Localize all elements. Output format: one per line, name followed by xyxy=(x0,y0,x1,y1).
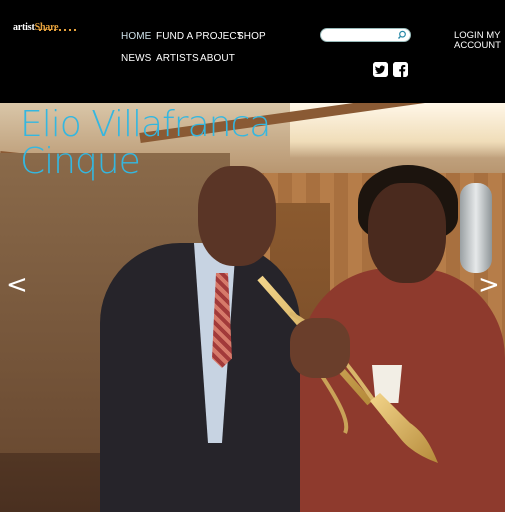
microphone xyxy=(460,183,492,273)
hero-title[interactable]: Elio Villafranca Cinque xyxy=(20,104,271,182)
facebook-link[interactable] xyxy=(393,62,408,77)
logo-dots xyxy=(39,29,79,31)
twitter-icon xyxy=(373,62,388,77)
artistshare-logo[interactable]: artistShare xyxy=(13,17,79,35)
site-header: artistShare HOME FUND A PROJECT SHOP NEW… xyxy=(0,0,505,103)
nav-about[interactable]: ABOUT xyxy=(200,53,235,64)
next-slide-arrow[interactable]: > xyxy=(478,272,500,298)
search-icon[interactable] xyxy=(397,30,407,40)
nav-news[interactable]: NEWS xyxy=(121,53,151,64)
hero-slideshow: Elio Villafranca Cinque < > xyxy=(0,103,505,512)
hero-title-line2: Cinque xyxy=(20,141,141,182)
login-link[interactable]: LOGIN MY ACCOUNT xyxy=(454,31,504,51)
search-box xyxy=(320,28,411,42)
trumpeter-hands xyxy=(290,318,350,378)
nav-fund-a-project[interactable]: FUND A PROJECT xyxy=(156,31,243,42)
nav-shop[interactable]: SHOP xyxy=(237,31,266,42)
nav-home[interactable]: HOME xyxy=(121,31,151,42)
trumpet xyxy=(257,275,438,463)
nav-artists[interactable]: ARTISTS xyxy=(156,53,199,64)
prev-slide-arrow[interactable]: < xyxy=(6,272,28,298)
musician-right-head xyxy=(368,183,446,283)
search-input[interactable] xyxy=(327,30,397,40)
facebook-icon xyxy=(393,62,408,77)
logo-text: artistShare xyxy=(13,22,59,33)
twitter-link[interactable] xyxy=(373,62,388,77)
trumpeter-head xyxy=(198,166,276,266)
hero-title-line1: Elio Villafranca xyxy=(20,104,271,145)
